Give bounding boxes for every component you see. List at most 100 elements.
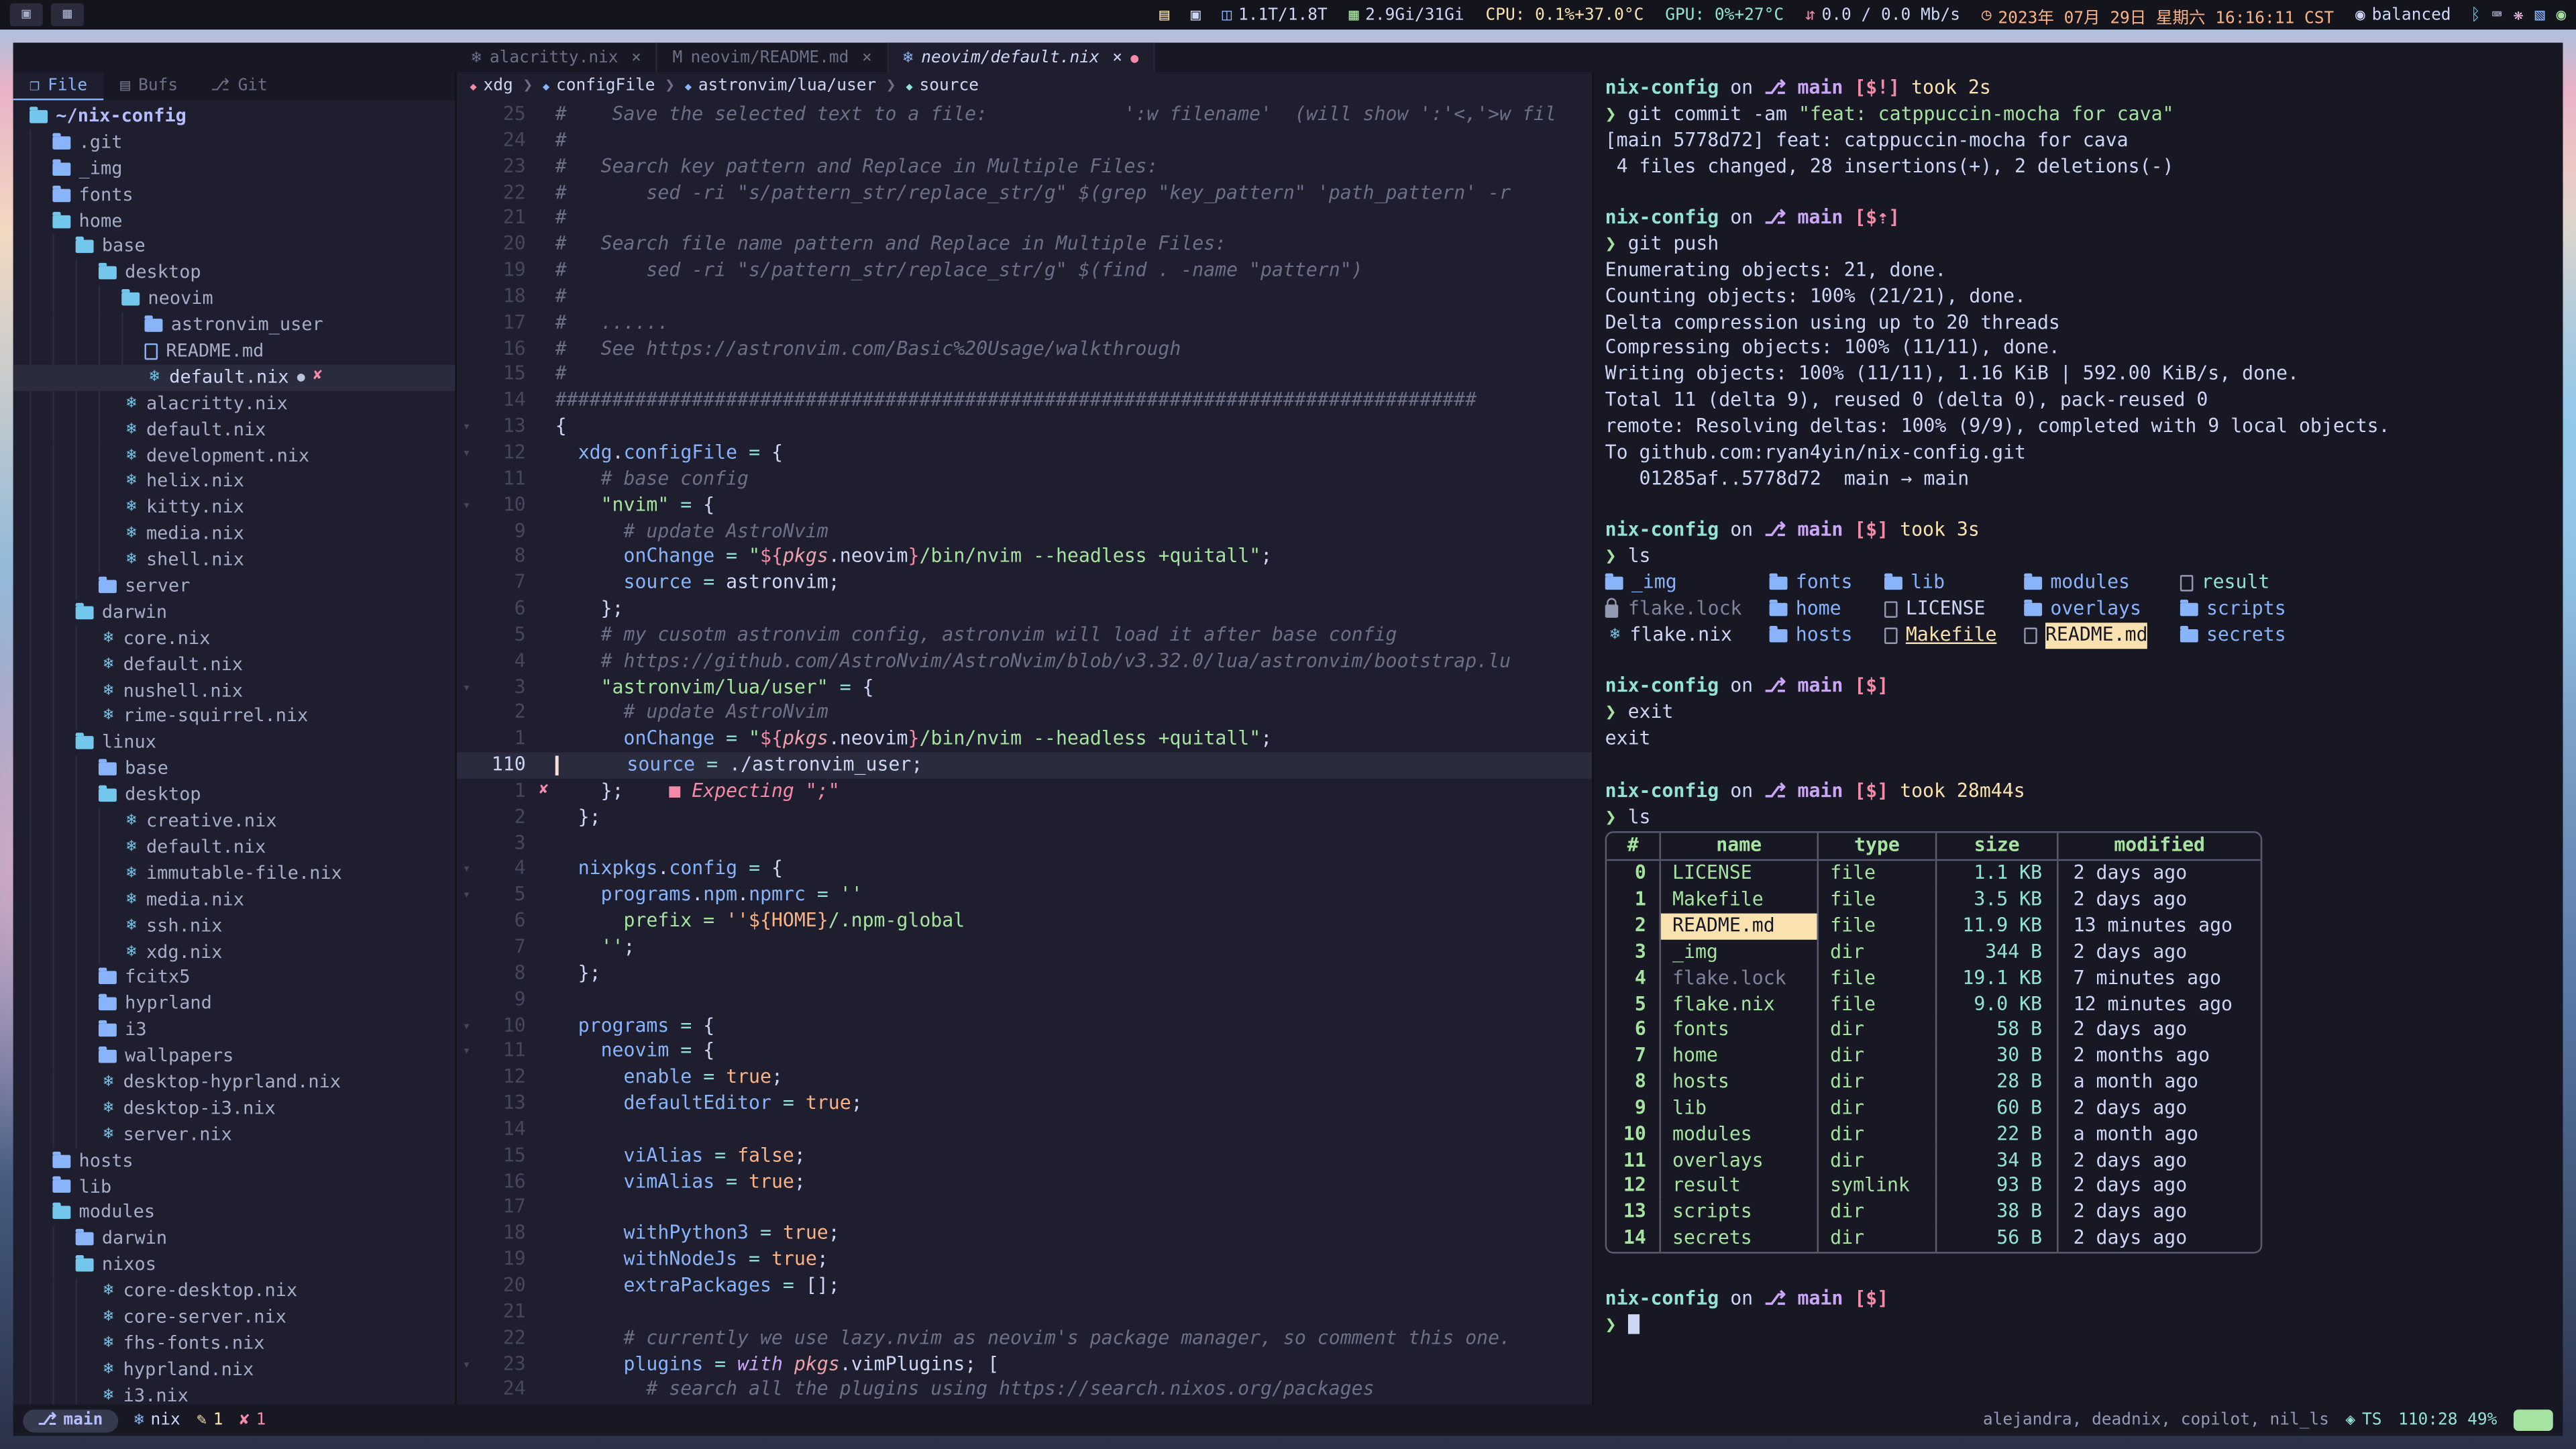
editor-tab[interactable]: ❄alacritty.nix× [457,43,658,72]
terminal-prompt-line[interactable]: ❯ [1605,1312,2563,1338]
fold-icon[interactable]: ▾ [457,883,476,909]
tree-item[interactable]: README.md [13,339,455,365]
table-row[interactable]: 1Makefilefile3.5 KB2 days ago [1607,888,2261,914]
code-line[interactable]: ▾4 nixpkgs.config = { [457,857,1592,883]
code-line[interactable]: 22 # currently we use lazy.nvim as neovi… [457,1325,1592,1351]
code-line[interactable]: ▾3 "astronvim/lua/user" = { [457,674,1592,700]
tree-item[interactable]: ❄shell.nix [13,547,455,574]
code-line[interactable]: 1✘ }; ■ Expecting ";" [457,779,1592,805]
tree-item[interactable]: ❄nushell.nix [13,678,455,704]
tree-item[interactable]: ❄default.nix [13,417,455,443]
bluetooth-icon[interactable]: ᛒ [2471,6,2481,24]
tree-item[interactable]: home [13,208,455,234]
app-tray-icon-1[interactable]: ▧ [2535,6,2545,24]
code-line[interactable]: 19 withNodeJs = true; [457,1247,1592,1273]
code-line[interactable]: 4 # https://github.com/AstroNvim/AstroNv… [457,649,1592,675]
code-line[interactable]: 11 # base config [457,466,1592,492]
tree-item[interactable]: hosts [13,1148,455,1174]
tree-item[interactable]: darwin [13,1226,455,1252]
code-line[interactable]: ▾23 plugins = with pkgs.vimPlugins; [ [457,1351,1592,1377]
code-line[interactable]: 18 withPython3 = true; [457,1221,1592,1247]
editor-tab[interactable]: Mneovim/README.md× [657,43,888,72]
editor-tab[interactable]: ❄neovim/default.nix×● [888,43,1155,72]
tree-item[interactable]: ❄media.nix [13,887,455,913]
code-line[interactable]: 6 }; [457,596,1592,623]
tree-item[interactable]: base [13,234,455,260]
code-line[interactable]: 25# Save the selected text to a file: ':… [457,102,1592,128]
ls-item[interactable]: README.md [2024,622,2180,648]
ls-item[interactable]: result [2180,570,2361,596]
app-tray-icon-2[interactable]: ◉ [2557,6,2567,24]
tree-item[interactable]: ❄desktop-i3.nix [13,1095,455,1122]
tree-item[interactable]: ❄xdg.nix [13,939,455,965]
fold-icon[interactable]: ▾ [457,1351,476,1377]
code-line[interactable]: 3 [457,830,1592,857]
code-line[interactable]: 21# [457,206,1592,232]
tree-item[interactable]: desktop [13,782,455,808]
breadcrumb-item[interactable]: ◆xdg [470,77,513,95]
tree-item[interactable]: desktop [13,260,455,286]
table-row[interactable]: 5flake.nixfile9.0 KB12 minutes ago [1607,991,2261,1018]
code-line[interactable]: ▾5 programs.npm.npmrc = '' [457,883,1592,909]
code-line[interactable]: ▾10 programs = { [457,1013,1592,1039]
breadcrumb-item[interactable]: ◆configFile [543,77,655,95]
termin al-pane[interactable]: nix-config on ⎇ main [$!] took 2s❯ git c… [1594,72,2563,1405]
ls-item[interactable]: overlays [2024,596,2180,623]
tree-item[interactable]: ~/nix-config [13,103,455,129]
code-line[interactable]: 2 }; [457,804,1592,830]
code-line[interactable]: 15 viAlias = false; [457,1143,1592,1169]
table-row[interactable]: 13scriptsdir38 B2 days ago [1607,1199,2261,1226]
tab-close-icon[interactable]: × [862,48,872,66]
tree-item[interactable]: ❄default.nix●✘ [13,364,455,390]
breadcrumb-item[interactable]: ◆source [906,77,979,95]
code-line[interactable]: 14######################################… [457,388,1592,415]
ls-item[interactable]: ❄flake.nix [1605,622,1770,648]
tree-item[interactable]: ❄desktop-hyprland.nix [13,1069,455,1095]
code-line[interactable]: 9 [457,987,1592,1013]
tree-item[interactable]: neovim [13,286,455,313]
breadcrumb-item[interactable]: ◆astronvim/lua/user [685,77,877,95]
tree-item[interactable]: ❄creative.nix [13,808,455,835]
table-row[interactable]: 11overlaysdir34 B2 days ago [1607,1148,2261,1174]
tree-item[interactable]: ❄helix.nix [13,469,455,495]
tree-item[interactable]: ❄default.nix [13,835,455,861]
tree-item[interactable]: .git [13,129,455,156]
tree-item[interactable]: modules [13,1200,455,1226]
code-line[interactable]: 20 extraPackages = []; [457,1273,1592,1299]
table-row[interactable]: 12resultsymlink93 B2 days ago [1607,1174,2261,1200]
table-row[interactable]: 7homedir30 B2 months ago [1607,1044,2261,1070]
fold-icon[interactable]: ▾ [457,492,476,519]
table-row[interactable]: 2README.mdfile11.9 KB13 minutes ago [1607,914,2261,940]
tab-close-icon[interactable]: × [1112,48,1122,66]
fold-icon[interactable]: ▾ [457,440,476,466]
code-line[interactable]: ▾10 "nvim" = { [457,492,1592,519]
tree-item[interactable]: i3 [13,1017,455,1043]
sidebar-tab-git[interactable]: ⎇Git [195,72,284,101]
code-line[interactable]: 18# [457,284,1592,310]
tree-item[interactable]: ❄core.nix [13,626,455,652]
tree-item[interactable]: ❄development.nix [13,443,455,469]
code-line[interactable]: 8 onChange = "${pkgs.neovim}/bin/nvim --… [457,544,1592,570]
tree-item[interactable]: base [13,756,455,782]
code-line[interactable]: ▾11 neovim = { [457,1039,1592,1065]
code-line[interactable]: 15# [457,362,1592,388]
table-row[interactable]: 9libdir60 B2 days ago [1607,1095,2261,1122]
code-line[interactable]: 7 ''; [457,934,1592,961]
code-line[interactable]: 17 [457,1195,1592,1221]
tree-item[interactable]: ❄server.nix [13,1122,455,1148]
code-line[interactable]: 16# See https://astronvim.com/Basic%20Us… [457,336,1592,362]
table-row[interactable]: 8hostsdir28 Ba month ago [1607,1069,2261,1095]
tree-item[interactable]: ❄rime-squirrel.nix [13,704,455,730]
code-line[interactable]: ▾13{ [457,414,1592,440]
tree-item[interactable]: ❄alacritty.nix [13,390,455,417]
fold-icon[interactable]: ▾ [457,857,476,883]
sidebar-tab-file[interactable]: ❐File [13,72,104,101]
tree-item[interactable]: ❄core-server.nix [13,1304,455,1330]
code-line[interactable]: 24 # search all the plugins using https:… [457,1377,1592,1403]
tree-item[interactable]: astronvim_user [13,313,455,339]
tree-item[interactable]: nixos [13,1252,455,1279]
code-line[interactable]: 22# sed -ri "s/pattern_str/replace_str/g… [457,180,1592,206]
code-line[interactable]: 24# [457,128,1592,154]
fold-icon[interactable]: ▾ [457,1013,476,1039]
code-line[interactable]: 8 }; [457,961,1592,987]
